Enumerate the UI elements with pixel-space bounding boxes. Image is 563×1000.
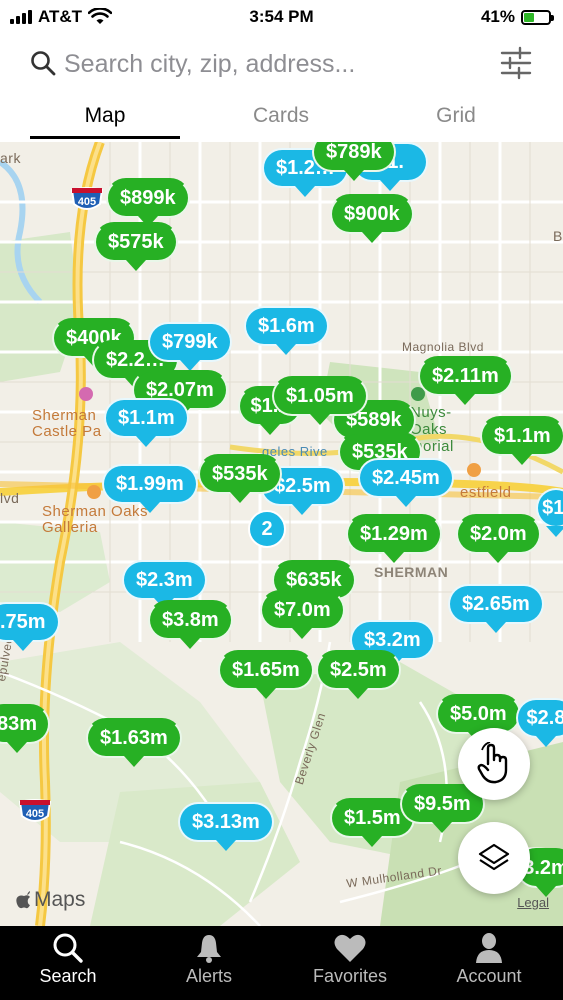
map-label-sherman-castle: Sherman Castle Pa — [32, 407, 102, 440]
nav-account-label: Account — [456, 966, 522, 986]
tab-grid[interactable]: Grid — [381, 104, 531, 128]
price-pin[interactable]: $1.6m — [244, 306, 329, 355]
price-pin[interactable]: $3.8m — [148, 600, 233, 649]
map-view[interactable]: ark lvd B Sherman Castle Pa Sherman Oaks… — [0, 142, 563, 926]
heart-icon — [334, 934, 366, 962]
price-pin[interactable]: $2.3m — [122, 560, 207, 609]
hand-pointer-icon — [477, 742, 508, 784]
search-icon — [31, 51, 56, 76]
battery-percent: 41% — [480, 7, 515, 26]
price-pin[interactable]: $1.05m — [272, 376, 368, 425]
price-pin[interactable]: $3.13m — [178, 802, 274, 851]
search-bar — [0, 38, 563, 92]
price-pin[interactable]: $5.0m — [436, 694, 521, 743]
svg-text:405: 405 — [78, 196, 96, 208]
tab-map[interactable]: Map — [30, 104, 180, 128]
price-pin[interactable]: 83m — [0, 704, 50, 753]
price-pin[interactable]: $7.0m — [260, 590, 345, 639]
person-icon — [476, 933, 502, 963]
map-layers-button[interactable] — [458, 822, 530, 894]
nav-favorites[interactable]: Favorites — [290, 932, 410, 987]
svg-text:405: 405 — [26, 808, 44, 820]
bottom-navigation: Search Alerts Favorites Account — [0, 926, 563, 1000]
apple-maps-attribution: Maps — [16, 888, 85, 912]
map-label-edge: B — [553, 228, 563, 244]
nav-search[interactable]: Search — [8, 932, 128, 987]
battery-icon — [521, 9, 554, 25]
status-bar: AT&T 3:54 PM 41% — [0, 0, 563, 34]
view-tabs: Map Cards Grid — [0, 96, 563, 143]
nav-favorites-label: Favorites — [312, 966, 388, 986]
listing-cluster[interactable]: 2 — [248, 510, 286, 548]
maps-attribution-label: Maps — [34, 888, 86, 911]
price-pin[interactable]: $1.65m — [218, 650, 314, 699]
price-pin[interactable]: $789k — [312, 142, 396, 181]
price-pin[interactable]: $799k — [148, 322, 232, 371]
clock: 3:54 PM — [249, 7, 314, 26]
poi-castle-icon — [79, 387, 93, 401]
map-label-magnolia: Magnolia Blvd — [402, 340, 484, 354]
legal-link[interactable]: Legal — [517, 895, 549, 910]
nav-account[interactable]: Account — [429, 932, 549, 987]
price-pin[interactable]: $1.1m — [104, 398, 189, 447]
price-pin[interactable]: $2.11m — [418, 356, 513, 405]
nav-alerts-label: Alerts — [185, 966, 232, 986]
active-tab-indicator — [30, 136, 180, 139]
search-input[interactable] — [64, 44, 464, 84]
poi-mall-icon — [87, 485, 101, 499]
layers-icon — [478, 843, 510, 871]
price-pin[interactable]: $899k — [106, 178, 190, 227]
price-pin[interactable]: $2.0m — [456, 514, 541, 563]
bell-icon — [197, 935, 221, 963]
tab-cards[interactable]: Cards — [206, 104, 356, 128]
filter-sliders-icon[interactable] — [499, 46, 533, 80]
map-label-park: ark — [0, 150, 21, 166]
price-pin[interactable]: $2.65m — [448, 584, 544, 633]
freeway-405-shield-icon: 405 — [18, 799, 52, 822]
price-pin[interactable]: $575k — [94, 222, 178, 271]
price-pin[interactable]: $900k — [330, 194, 414, 243]
price-pin[interactable]: $1.63m — [86, 718, 182, 767]
search-icon — [53, 933, 83, 963]
map-label-galleria: Sherman Oaks Galleria — [42, 503, 149, 536]
poi-westfield-icon — [467, 463, 481, 477]
map-label-blvd: lvd — [0, 490, 20, 506]
price-pin[interactable]: $535k — [198, 454, 282, 503]
price-pin[interactable]: $1.1m — [480, 416, 563, 465]
freeway-405-shield-icon: 405 — [70, 187, 104, 210]
price-pin[interactable]: $1.99m — [102, 464, 198, 513]
price-pin[interactable]: $2.5m — [316, 650, 401, 699]
apple-logo-icon — [16, 891, 30, 909]
price-pin[interactable]: .75m — [0, 602, 60, 651]
price-pin[interactable]: $1.29m — [346, 514, 442, 563]
draw-area-button[interactable] — [458, 728, 530, 800]
price-pin[interactable]: $2.45m — [358, 458, 454, 507]
nav-alerts[interactable]: Alerts — [149, 932, 269, 987]
price-pin[interactable]: $2.8 — [516, 698, 563, 747]
map-label-sherman: SHERMAN — [374, 564, 449, 580]
map-label-westfield: estfield — [460, 484, 512, 501]
nav-search-label: Search — [39, 966, 97, 986]
